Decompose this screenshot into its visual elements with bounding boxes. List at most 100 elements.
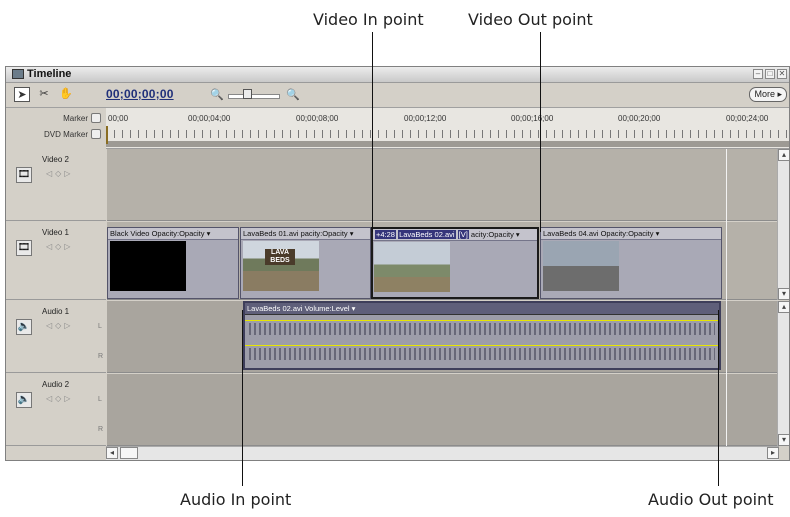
right-channel-label: R bbox=[98, 426, 104, 433]
right-channel-label: R bbox=[98, 353, 104, 360]
clip-name: LavaBeds 02.avi bbox=[247, 304, 303, 313]
left-channel-label: L bbox=[98, 323, 102, 330]
volume-line-right[interactable] bbox=[245, 345, 719, 346]
clip-effect[interactable]: acity:Opacity ▾ bbox=[471, 230, 520, 239]
zoom-slider-thumb[interactable] bbox=[243, 89, 252, 99]
sign-text: LAVA BEDS bbox=[265, 249, 295, 265]
audio-out-point-label: Audio Out point bbox=[648, 490, 774, 509]
hand-tool-icon[interactable]: ✋ bbox=[58, 87, 74, 102]
clip-name: Black Video bbox=[110, 229, 150, 238]
zoom-out-icon[interactable]: 🔍 bbox=[210, 88, 224, 101]
close-button[interactable]: ✕ bbox=[777, 69, 787, 79]
clip-thumbnail bbox=[543, 241, 619, 291]
dvd-marker-icon[interactable] bbox=[91, 129, 101, 139]
audio-out-leader-line bbox=[718, 310, 719, 486]
marker-label: Marker bbox=[63, 114, 88, 123]
timeline-icon bbox=[12, 69, 24, 79]
audio-in-leader-line bbox=[242, 310, 243, 486]
clip-header: LavaBeds 02.avi Volume:Level ▾ bbox=[245, 303, 719, 315]
ruler-labels: Marker DVD Marker bbox=[6, 108, 106, 148]
clip-lavabeds-04[interactable]: LavaBeds 04.avi Opacity:Opacity ▾ bbox=[540, 227, 722, 299]
video-vertical-scrollbar[interactable]: ▴ ▾ bbox=[777, 149, 789, 300]
time-ruler[interactable]: 00;00 00;00;04;00 00;00;08;00 00;00;12;0… bbox=[106, 108, 789, 149]
keyframe-nav-icon[interactable]: ◁◇▷ bbox=[46, 394, 73, 403]
scroll-down-icon[interactable]: ▾ bbox=[778, 288, 789, 300]
minimize-button[interactable]: – bbox=[753, 69, 763, 79]
scroll-right-icon[interactable]: ▸ bbox=[767, 447, 779, 459]
clip-black-video[interactable]: Black Video Opacity:Opacity ▾ bbox=[107, 227, 239, 299]
keyframe-nav-icon[interactable]: ◁◇▷ bbox=[46, 242, 73, 251]
clip-thumbnail bbox=[374, 242, 450, 292]
film-icon[interactable]: 🎞 bbox=[16, 167, 32, 183]
tick-label: 00;00;12;00 bbox=[404, 114, 447, 123]
volume-line-left[interactable] bbox=[245, 320, 719, 321]
clip-thumbnail: LAVA BEDS bbox=[243, 241, 319, 291]
current-time-display[interactable]: 00;00;00;00 bbox=[106, 87, 174, 101]
clip-thumbnail bbox=[110, 241, 186, 291]
tick-label: 00;00;08;00 bbox=[296, 114, 339, 123]
razor-tool-icon[interactable]: ✂ bbox=[36, 87, 52, 102]
audio-vertical-scrollbar[interactable]: ▴ ▾ bbox=[777, 301, 789, 446]
selection-tool-icon[interactable]: ➤ bbox=[14, 87, 30, 102]
scroll-up-icon[interactable]: ▴ bbox=[778, 149, 789, 161]
work-area-end-line bbox=[726, 149, 727, 446]
window-title: Timeline bbox=[27, 68, 72, 80]
scroll-up-icon[interactable]: ▴ bbox=[778, 301, 789, 313]
video-in-leader-line bbox=[372, 32, 373, 232]
lane-audio-1[interactable]: LavaBeds 02.avi Volume:Level ▾ bbox=[107, 301, 779, 373]
marker-icon[interactable] bbox=[91, 113, 101, 123]
waveform-right bbox=[249, 348, 715, 360]
clip-effect[interactable]: Opacity:Opacity ▾ bbox=[601, 229, 660, 238]
zoom-slider-track[interactable] bbox=[228, 94, 280, 99]
track-header-video-1: Video 1 🎞 ◁◇▷ bbox=[6, 222, 106, 300]
scroll-left-icon[interactable]: ◂ bbox=[106, 447, 118, 459]
maximize-button[interactable]: □ bbox=[765, 69, 775, 79]
clip-header: Black Video Opacity:Opacity ▾ bbox=[108, 228, 238, 240]
scroll-down-icon[interactable]: ▾ bbox=[778, 434, 789, 446]
clip-header: LavaBeds 01.avi pacity:Opacity ▾ bbox=[241, 228, 370, 240]
video-out-leader-line bbox=[540, 32, 541, 232]
lane-video-1[interactable]: Black Video Opacity:Opacity ▾ LavaBeds 0… bbox=[107, 222, 779, 300]
clip-name: LavaBeds 04.avi bbox=[543, 229, 599, 238]
clip-track-tag: [V] bbox=[457, 230, 469, 239]
keyframe-nav-icon[interactable]: ◁◇▷ bbox=[46, 321, 73, 330]
video-in-point-label: Video In point bbox=[313, 10, 424, 29]
clip-lavabeds-02[interactable]: +4:28 LavaBeds 02.avi [V] acity:Opacity … bbox=[371, 227, 539, 299]
clip-effect[interactable]: pacity:Opacity ▾ bbox=[301, 229, 354, 238]
lane-audio-2[interactable] bbox=[107, 374, 779, 446]
horizontal-scrollbar[interactable]: ◂ ▸ bbox=[106, 446, 779, 460]
zoom-in-icon[interactable]: 🔍 bbox=[286, 88, 300, 101]
tick-label: 00;00 bbox=[108, 114, 129, 123]
track-name: Video 1 bbox=[42, 228, 69, 237]
ruler-ticks bbox=[106, 130, 789, 138]
video-out-point-label: Video Out point bbox=[468, 10, 593, 29]
playhead[interactable] bbox=[106, 126, 108, 144]
speaker-icon[interactable]: 🔈 bbox=[16, 392, 32, 408]
timeline-window: Timeline – □ ✕ ➤ ✂ ✋ 00;00;00;00 🔍 🔍 Mor… bbox=[5, 66, 790, 461]
film-icon[interactable]: 🎞 bbox=[16, 240, 32, 256]
tick-label: 00;00;16;00 bbox=[511, 114, 554, 123]
scroll-thumb[interactable] bbox=[120, 447, 138, 459]
work-area-bar[interactable] bbox=[106, 141, 789, 147]
lane-video-2[interactable] bbox=[107, 149, 779, 221]
clip-header: +4:28 LavaBeds 02.avi [V] acity:Opacity … bbox=[373, 229, 537, 241]
toolbar: ➤ ✂ ✋ 00;00;00;00 🔍 🔍 More ▸ bbox=[6, 83, 789, 108]
clip-name: LavaBeds 01.avi bbox=[243, 229, 299, 238]
keyframe-nav-icon[interactable]: ◁◇▷ bbox=[46, 169, 73, 178]
track-header-audio-1: Audio 1 🔈 ◁◇▷ L R bbox=[6, 301, 106, 373]
track-name: Video 2 bbox=[42, 155, 69, 164]
clip-effect[interactable]: Opacity:Opacity ▾ bbox=[152, 229, 211, 238]
tick-label: 00;00;24;00 bbox=[726, 114, 769, 123]
title-bar: Timeline – □ ✕ bbox=[6, 67, 789, 83]
speaker-icon[interactable]: 🔈 bbox=[16, 319, 32, 335]
clip-header: LavaBeds 04.avi Opacity:Opacity ▾ bbox=[541, 228, 721, 240]
track-name: Audio 2 bbox=[42, 380, 70, 389]
clip-lavabeds-01[interactable]: LavaBeds 01.avi pacity:Opacity ▾ LAVA BE… bbox=[240, 227, 371, 299]
clip-name: LavaBeds 02.avi bbox=[398, 230, 456, 239]
audio-in-point-label: Audio In point bbox=[180, 490, 292, 509]
clip-audio-lavabeds-02[interactable]: LavaBeds 02.avi Volume:Level ▾ bbox=[243, 301, 721, 370]
track-header-video-2: Video 2 🎞 ◁◇▷ bbox=[6, 149, 106, 221]
track-header-audio-2: Audio 2 🔈 ◁◇▷ L R bbox=[6, 374, 106, 446]
clip-effect[interactable]: Volume:Level ▾ bbox=[305, 304, 356, 313]
more-button[interactable]: More ▸ bbox=[749, 87, 787, 102]
